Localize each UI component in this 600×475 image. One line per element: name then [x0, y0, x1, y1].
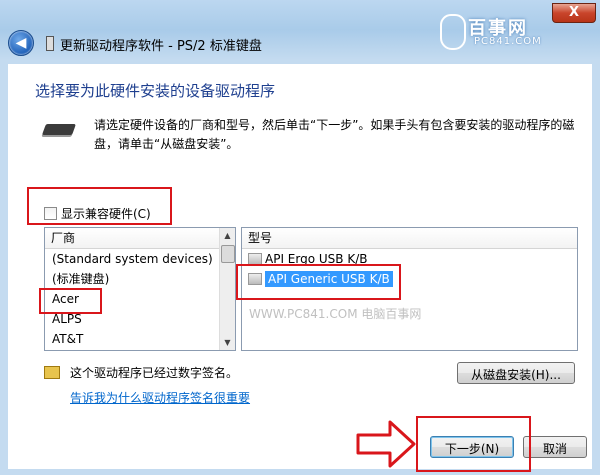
scroll-down-icon[interactable]: ▼ [220, 335, 235, 350]
mouse-icon [440, 14, 466, 50]
list-item[interactable]: (标准键盘) [45, 269, 235, 289]
back-arrow-icon: ◀ [15, 35, 27, 51]
annotation-arrow-icon [356, 420, 416, 468]
scroll-up-icon[interactable]: ▲ [220, 228, 235, 243]
manufacturer-column-header: 厂商 [45, 228, 235, 249]
close-icon: X [568, 5, 580, 20]
model-column-header: 型号 [242, 228, 577, 249]
back-button[interactable]: ◀ [8, 30, 34, 56]
close-button[interactable]: X [552, 3, 596, 23]
watermark-logo: 百事网 PC841.COM [438, 10, 558, 56]
list-item[interactable]: AT&T [45, 329, 235, 349]
title-bar: ◀ 更新驱动程序软件 - PS/2 标准键盘 百事网 PC841.COM X [0, 0, 600, 64]
scroll-thumb[interactable] [221, 245, 235, 263]
device-icon [46, 36, 54, 51]
watermark-text: WWW.PC841.COM 电脑百事网 [249, 307, 422, 321]
keyboard-icon [41, 124, 77, 135]
page-heading: 选择要为此硬件安装的设备驱动程序 [35, 82, 276, 100]
have-disk-button[interactable]: 从磁盘安装(H)... [457, 362, 575, 384]
instruction-text: 请选定硬件设备的厂商和型号，然后单击“下一步”。如果手头有包含要安装的驱动程序的… [94, 118, 575, 151]
annotation-box-acer [39, 288, 102, 314]
annotation-box-model [236, 264, 401, 300]
annotation-box-next [416, 416, 531, 472]
signature-info-link[interactable]: 告诉我为什么驱动程序签名很重要 [70, 389, 250, 406]
list-item[interactable]: (Standard system devices) [45, 249, 235, 269]
manufacturer-scrollbar[interactable]: ▲ ▼ [219, 228, 235, 350]
window-title: 更新驱动程序软件 - PS/2 标准键盘 [60, 39, 262, 54]
certificate-icon [44, 366, 60, 379]
annotation-box-checkbox [27, 187, 172, 225]
cancel-button[interactable]: 取消 [523, 436, 587, 458]
logo-sub-text: PC841.COM [474, 36, 542, 47]
signature-status: 这个驱动程序已经过数字签名。 [70, 366, 239, 380]
